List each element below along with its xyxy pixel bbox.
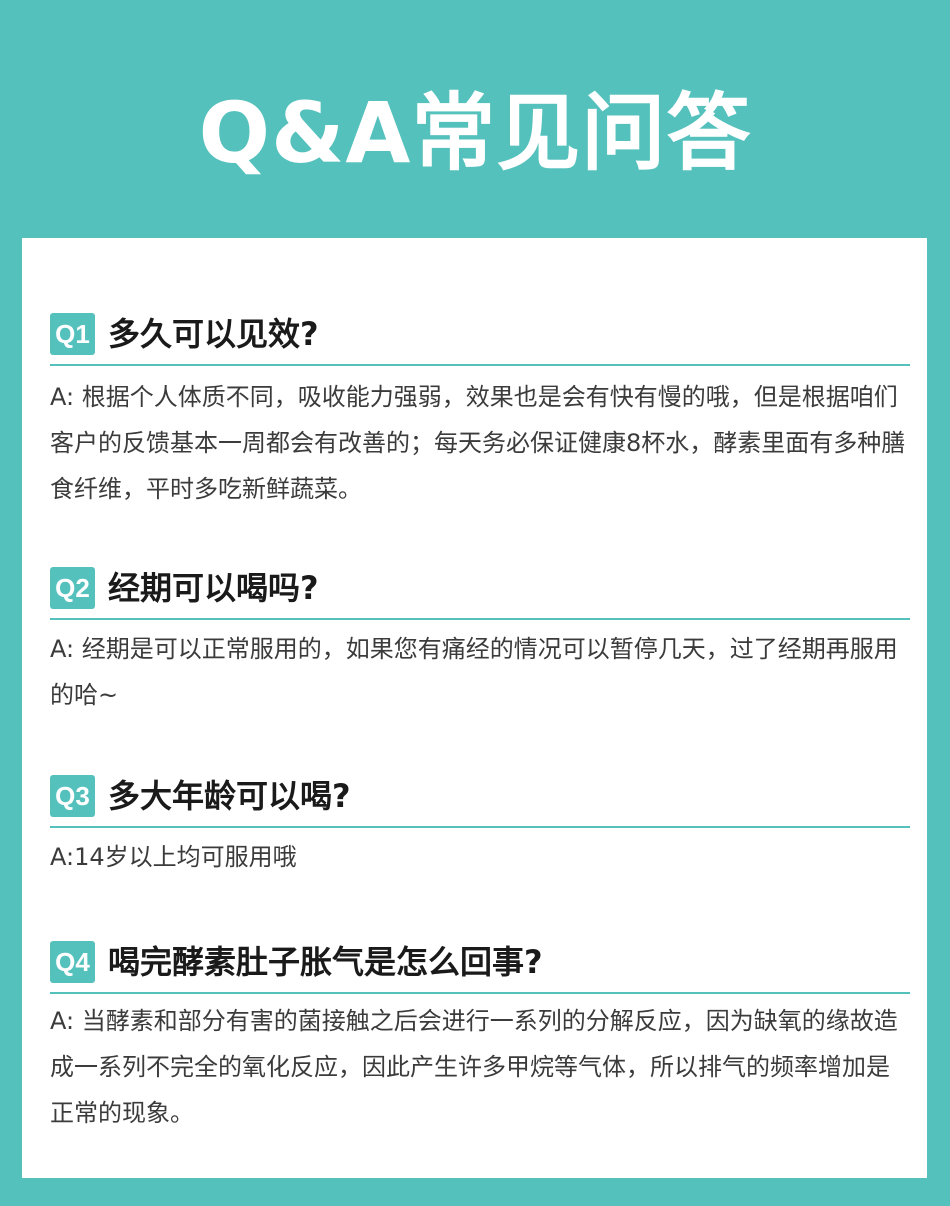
question-badge: Q1: [50, 313, 95, 355]
page-background: Q&A常见问答 Q1 多久可以见效? A: 根据个人体质不同，吸收能力强弱，效果…: [0, 0, 950, 1206]
answer-text: A: 根据个人体质不同，吸收能力强弱，效果也是会有快有慢的哦，但是根据咱们客户的…: [50, 383, 906, 503]
divider: [50, 364, 910, 366]
question-text: 喝完酵素肚子胀气是怎么回事?: [108, 943, 543, 981]
faq-item-q3: Q3 多大年龄可以喝? A:14岁以上均可服用哦: [50, 768, 910, 871]
divider: [50, 992, 910, 994]
faq-item-q2: Q2 经期可以喝吗? A: 经期是可以正常服用的，如果您有痛经的情况可以暂停几天…: [50, 560, 910, 709]
faq-card: Q1 多久可以见效? A: 根据个人体质不同，吸收能力强弱，效果也是会有快有慢的…: [22, 238, 927, 1178]
faq-item-q1: Q1 多久可以见效? A: 根据个人体质不同，吸收能力强弱，效果也是会有快有慢的…: [50, 306, 910, 503]
question-badge: Q4: [50, 941, 95, 983]
question-header: Q2 经期可以喝吗?: [50, 560, 910, 614]
question-header: Q1 多久可以见效?: [50, 306, 910, 360]
question-badge: Q3: [50, 775, 95, 817]
answer-text: A: 经期是可以正常服用的，如果您有痛经的情况可以暂停几天，过了经期再服用的哈~: [50, 635, 898, 709]
question-text: 多大年龄可以喝?: [108, 777, 351, 815]
faq-item-q4: Q4 喝完酵素肚子胀气是怎么回事? A: 当酵素和部分有害的菌接触之后会进行一系…: [50, 934, 910, 1127]
divider: [50, 826, 910, 828]
question-header: Q4 喝完酵素肚子胀气是怎么回事?: [50, 934, 910, 988]
question-badge: Q2: [50, 567, 95, 609]
answer-text: A:14岁以上均可服用哦: [50, 843, 297, 871]
divider: [50, 618, 910, 620]
question-text: 多久可以见效?: [108, 315, 319, 353]
question-text: 经期可以喝吗?: [108, 569, 319, 607]
page-title: Q&A常见问答: [198, 84, 752, 182]
question-header: Q3 多大年龄可以喝?: [50, 768, 910, 822]
answer-text: A: 当酵素和部分有害的菌接触之后会进行一系列的分解反应，因为缺氧的缘故造成一系…: [50, 1007, 898, 1127]
